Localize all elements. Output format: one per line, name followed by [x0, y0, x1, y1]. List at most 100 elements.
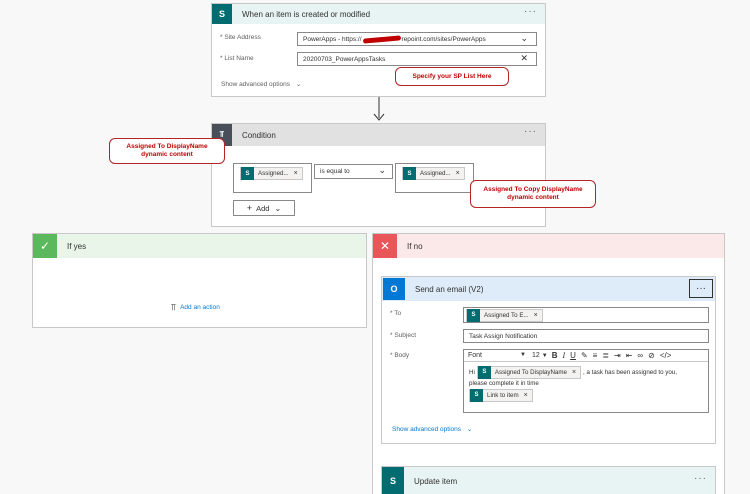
condition-right-operand[interactable]: S Assigned... × — [395, 163, 474, 193]
subject-value: Task Assign Notification — [469, 332, 538, 340]
font-value: Font — [468, 352, 483, 359]
update-item-title: Update item — [414, 476, 458, 486]
link-icon[interactable]: ∞ — [637, 351, 643, 360]
callout-right-operand: Assigned To Copy DisplayName dynamic con… — [470, 180, 596, 208]
bold-icon[interactable]: B — [552, 351, 558, 360]
checkmark-icon: ✓ — [33, 234, 57, 258]
add-action-icon: ⫪ — [171, 302, 177, 312]
callout-list-text: Specify your SP List Here — [412, 72, 492, 80]
subject-label: * Subject — [390, 332, 417, 339]
outlook-icon: O — [383, 278, 405, 300]
indent-icon[interactable]: ⇥ — [614, 351, 621, 360]
send-email-card: O Send an email (V2) ··· * To S Assigned… — [381, 276, 716, 444]
callout-left-line1: Assigned To DisplayName — [126, 143, 208, 150]
site-address-value: PowerApps - https:// — [303, 35, 362, 43]
condition-title: Condition — [242, 130, 276, 140]
close-icon: ✕ — [373, 234, 397, 258]
more-options-button[interactable]: ··· — [689, 279, 713, 298]
token-label: Assigned... — [420, 170, 451, 177]
dynamic-content-token[interactable]: S Assigned To DisplayName × — [476, 366, 582, 379]
add-action-link[interactable]: ⫪ Add an action — [171, 302, 220, 313]
update-item-header[interactable]: S Update item ··· — [382, 467, 715, 494]
sharepoint-icon: S — [241, 167, 254, 180]
remove-token-icon[interactable]: × — [294, 170, 298, 177]
highlight-icon[interactable]: ✎ — [581, 351, 588, 360]
font-dropdown[interactable]: Font ▼ — [468, 352, 526, 359]
rich-text-toolbar: Font ▼ 12 ▼ B I U ✎ ≡ ≣ ⇥ ⇤ ∞ ⊘ </> — [464, 350, 708, 362]
show-advanced-options-link[interactable]: Show advanced options ⌄ — [221, 80, 301, 88]
body-label: * Body — [390, 352, 410, 359]
operator-dropdown[interactable]: is equal to ⌄ — [314, 164, 393, 179]
unlink-icon[interactable]: ⊘ — [648, 351, 655, 360]
send-email-title: Send an email (V2) — [415, 284, 484, 294]
remove-token-icon[interactable]: × — [572, 368, 576, 377]
remove-token-icon[interactable]: × — [456, 170, 460, 177]
body-greeting: Hi — [469, 369, 475, 376]
condition-header[interactable]: ⫪ Condition ··· — [212, 124, 545, 146]
more-options-icon[interactable]: ··· — [524, 6, 537, 17]
if-yes-title: If yes — [67, 241, 87, 251]
outdent-icon[interactable]: ⇤ — [626, 351, 633, 360]
more-options-icon[interactable]: ··· — [524, 126, 537, 137]
token-label: Assigned... — [258, 170, 289, 177]
add-button[interactable]: + Add ⌄ — [233, 200, 295, 216]
redaction-mark — [362, 34, 401, 44]
callout-right-line1: Assigned To Copy DisplayName — [483, 186, 583, 193]
remove-token-icon[interactable]: × — [524, 391, 528, 400]
sharepoint-icon: S — [382, 467, 404, 494]
token-label: Link to item — [487, 392, 519, 399]
if-no-title: If no — [407, 241, 423, 251]
chevron-down-icon: ⌄ — [274, 203, 282, 213]
underline-icon[interactable]: U — [570, 351, 576, 360]
if-no-header[interactable]: ✕ If no — [373, 234, 724, 258]
numbered-list-icon[interactable]: ≡ — [593, 351, 598, 360]
plus-icon: + — [246, 203, 253, 213]
to-label: * To — [390, 310, 402, 317]
site-address-value-suffix: repoint.com/sites/PowerApps — [401, 35, 486, 43]
body-text-line1: , a task has been assigned to you, — [583, 369, 677, 376]
sharepoint-icon: S — [212, 4, 232, 24]
send-email-header[interactable]: O Send an email (V2) ··· — [382, 277, 715, 301]
body-text-line2: please complete it in time — [469, 380, 539, 387]
token-label: Assigned To E... — [484, 311, 529, 319]
list-name-value: 20200703_PowerAppsTasks — [303, 55, 386, 63]
condition-card: ⫪ Condition ··· S Assigned... × is equal… — [211, 123, 546, 227]
dynamic-content-token[interactable]: S Assigned To E... × — [466, 308, 543, 322]
sharepoint-icon: S — [470, 389, 483, 402]
if-yes-branch: ✓ If yes ⫪ Add an action — [32, 233, 367, 328]
chevron-down-icon: ⌄ — [466, 426, 473, 433]
trigger-title: When an item is created or modified — [242, 9, 371, 19]
sharepoint-icon: S — [467, 308, 480, 322]
subject-input[interactable]: Task Assign Notification — [463, 329, 709, 343]
chevron-down-icon: ⌄ — [520, 33, 528, 43]
code-view-icon[interactable]: </> — [660, 351, 672, 360]
update-item-card: S Update item ··· — [381, 466, 716, 494]
token-label: Assigned To DisplayName — [494, 369, 567, 376]
operator-value: is equal to — [320, 168, 350, 175]
site-address-dropdown[interactable]: PowerApps - https:// repoint.com/sites/P… — [297, 32, 537, 46]
font-size-dropdown[interactable]: 12 ▼ — [532, 352, 548, 359]
more-options-icon[interactable]: ··· — [694, 473, 707, 484]
dynamic-content-token[interactable]: S Assigned... × — [402, 167, 465, 180]
show-advanced-options-link[interactable]: Show advanced options ⌄ — [392, 425, 472, 433]
list-name-input[interactable]: 20200703_PowerAppsTasks ✕ — [297, 52, 537, 66]
to-input[interactable]: S Assigned To E... × — [463, 307, 709, 323]
sharepoint-icon: S — [477, 366, 491, 379]
dynamic-content-token[interactable]: S Assigned... × — [240, 167, 303, 180]
list-name-label: * List Name — [220, 55, 254, 62]
condition-left-operand[interactable]: S Assigned... × — [233, 163, 312, 193]
body-editor[interactable]: Font ▼ 12 ▼ B I U ✎ ≡ ≣ ⇥ ⇤ ∞ ⊘ </> Hi S — [463, 349, 709, 413]
bulleted-list-icon[interactable]: ≣ — [602, 351, 609, 360]
trigger-header[interactable]: S When an item is created or modified ··… — [212, 4, 545, 24]
dynamic-content-token[interactable]: S Link to item × — [469, 389, 533, 402]
callout-left-line2: dynamic content — [141, 151, 193, 158]
italic-icon[interactable]: I — [562, 351, 565, 360]
if-yes-header[interactable]: ✓ If yes — [33, 234, 366, 258]
font-size-value: 12 — [532, 352, 540, 359]
more-options-icon: ··· — [696, 283, 706, 294]
sharepoint-icon: S — [403, 167, 416, 180]
body-content: Hi S Assigned To DisplayName × , a task … — [469, 366, 705, 402]
clear-icon[interactable]: ✕ — [520, 53, 528, 64]
callout-right-line2: dynamic content — [507, 194, 559, 201]
remove-token-icon[interactable]: × — [534, 312, 538, 319]
